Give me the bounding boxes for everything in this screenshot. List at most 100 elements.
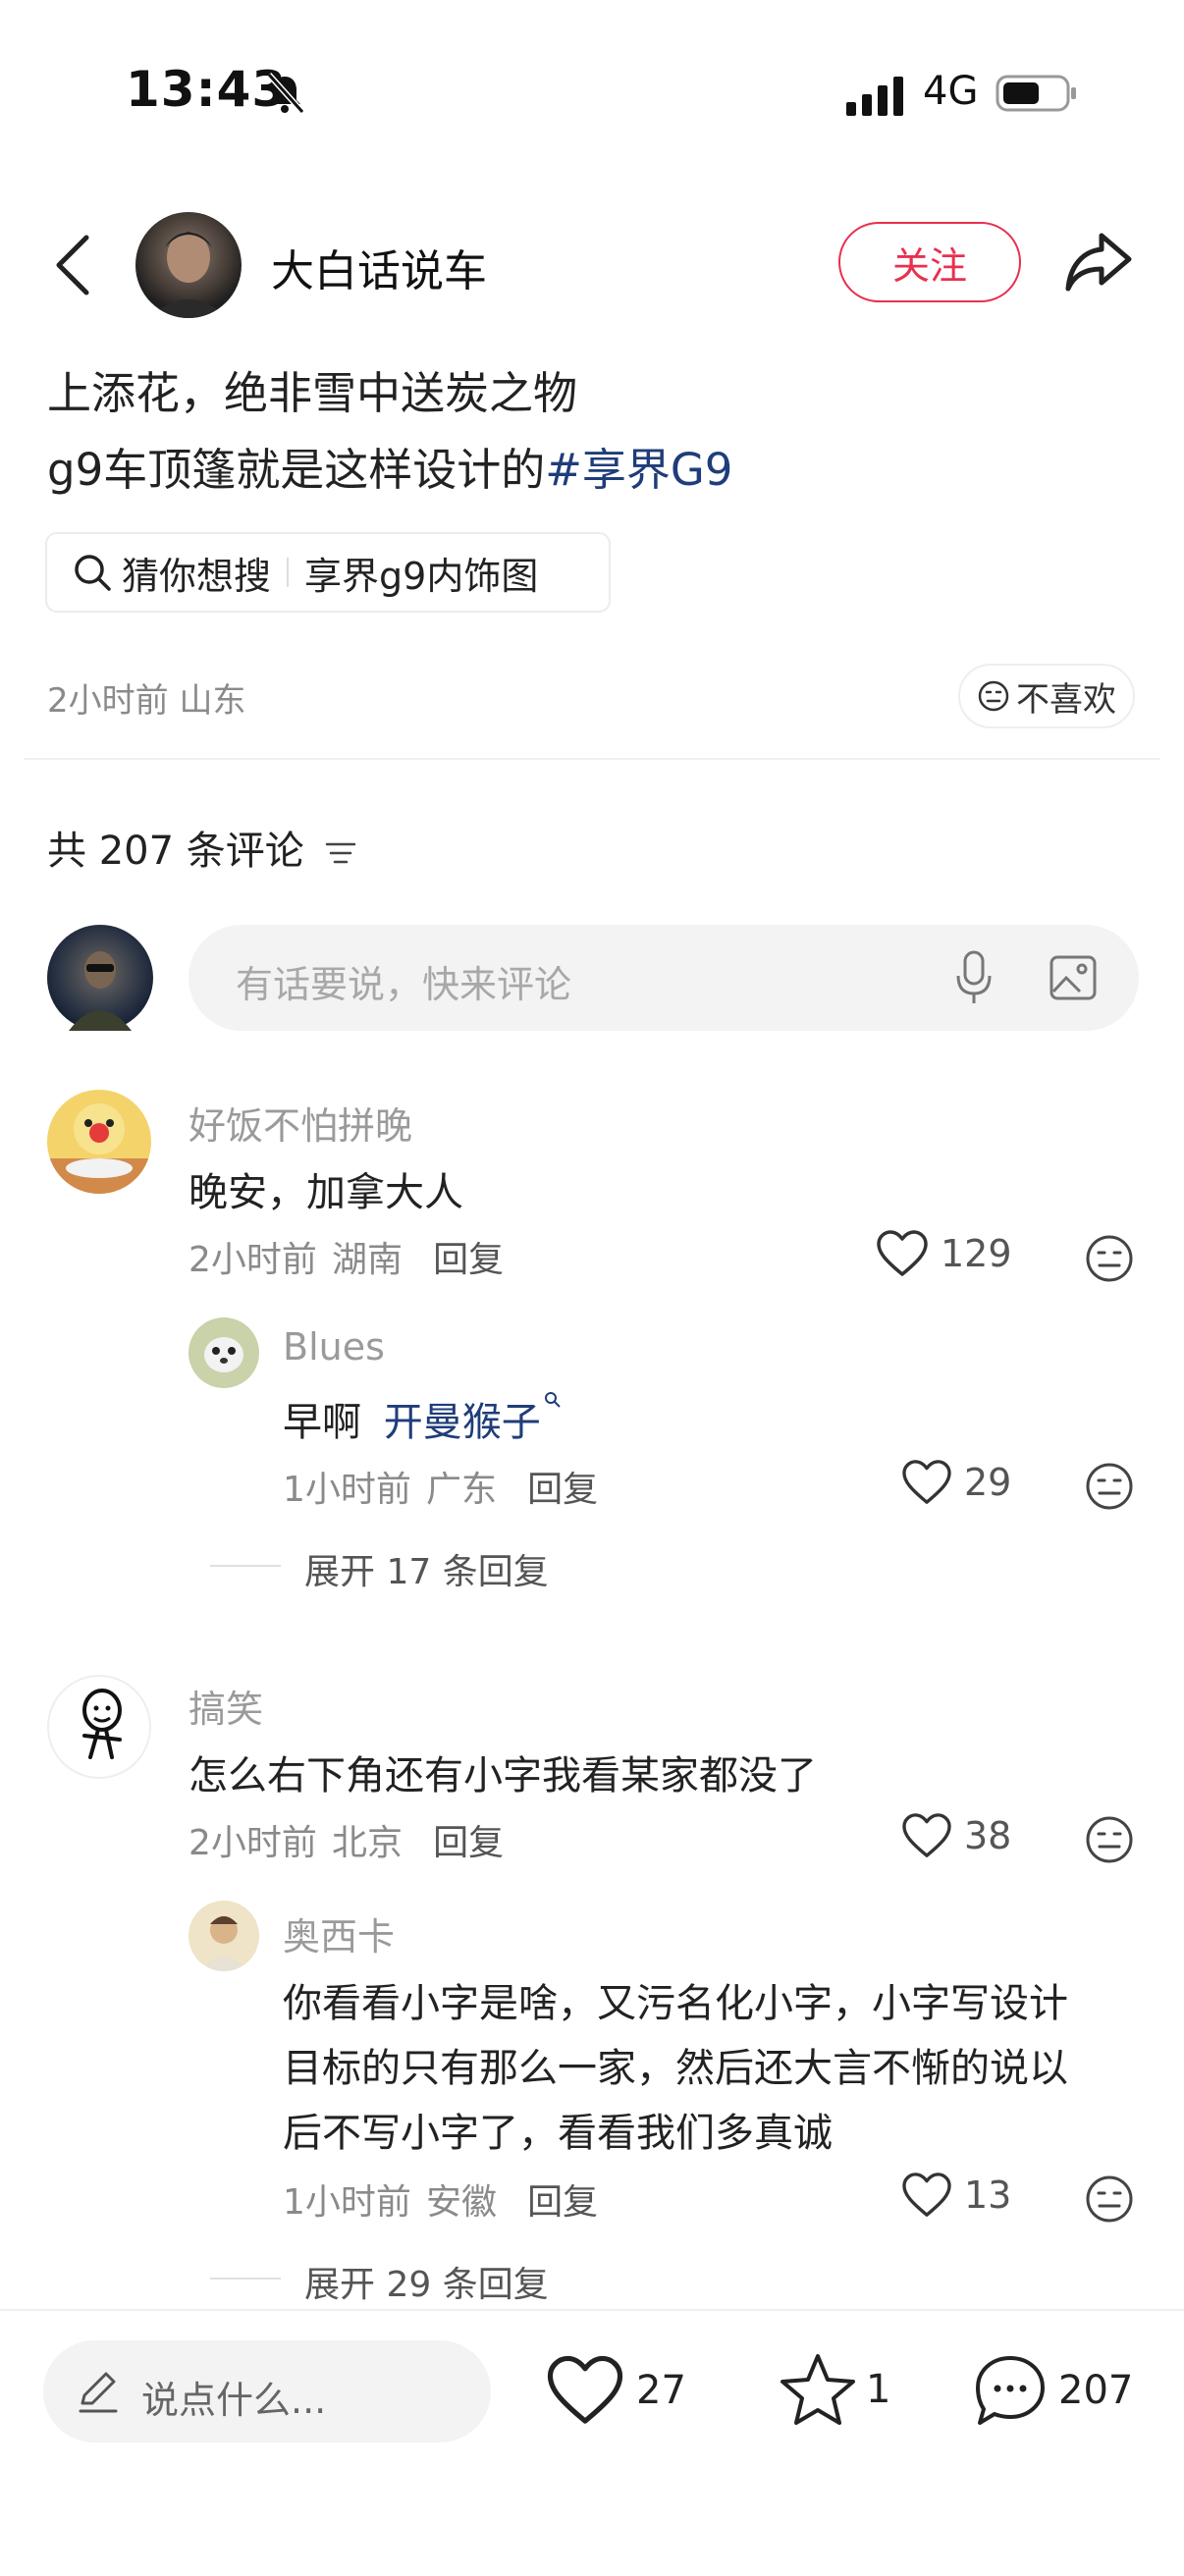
network-label: 4G bbox=[923, 69, 979, 114]
post-comment-button[interactable]: 207 bbox=[972, 2352, 1133, 2429]
follow-button[interactable]: 关注 bbox=[838, 222, 1021, 302]
author-avatar-image bbox=[149, 232, 228, 318]
expand-replies-button[interactable]: 展开 29 条回复 bbox=[304, 2256, 549, 2307]
microphone-icon[interactable] bbox=[954, 950, 994, 1005]
commenter-avatar[interactable] bbox=[47, 1090, 151, 1194]
reply-time: 1小时前 bbox=[283, 2182, 411, 2223]
post-hashtag[interactable]: #享界G9 bbox=[545, 444, 732, 496]
heart-icon bbox=[902, 2173, 951, 2217]
post-text-line-1: 上添花，绝非雪中送炭之物 bbox=[47, 367, 578, 419]
reply-text-line-3: 后不写小字了，看看我们多真诚 bbox=[283, 2111, 833, 2156]
silent-bell-icon bbox=[266, 72, 305, 115]
heart-icon bbox=[547, 2355, 623, 2424]
post-time-location: 2小时前 山东 bbox=[47, 681, 246, 721]
expand-replies-button[interactable]: 展开 17 条回复 bbox=[304, 1543, 549, 1594]
comment-location: 北京 bbox=[332, 1823, 404, 1863]
post-favorite-button[interactable]: 1 bbox=[780, 2352, 890, 2427]
status-bar: 13:43 4G bbox=[0, 0, 1184, 187]
like-count: 129 bbox=[941, 1232, 1012, 1275]
section-divider bbox=[24, 758, 1160, 760]
reply-text-body: 早啊 bbox=[283, 1400, 361, 1445]
heart-icon bbox=[902, 1813, 951, 1857]
search-suggestion-label: 猜你想搜 bbox=[122, 554, 272, 598]
reply-button[interactable]: 回复 bbox=[527, 2182, 598, 2223]
commenter-name[interactable]: 搞笑 bbox=[188, 1679, 263, 1733]
reply-avatar-image bbox=[198, 1916, 249, 1971]
battery-icon bbox=[996, 75, 1076, 112]
comment-meta: 2小时前 北京 回复 bbox=[188, 1814, 504, 1865]
comment-input-placeholder: 有话要说，快来评论 bbox=[236, 963, 572, 1006]
comment-bubble-icon bbox=[976, 2356, 1045, 2425]
search-suggestion-query: 享界g9内饰图 bbox=[304, 554, 539, 598]
dislike-button[interactable]: 不喜欢 bbox=[958, 664, 1135, 728]
comment-input[interactable]: 有话要说，快来评论 bbox=[188, 925, 1139, 1031]
reply-user-name[interactable]: Blues bbox=[283, 1325, 385, 1368]
my-avatar-image bbox=[69, 951, 132, 1031]
reply-meta: 1小时前 广东 回复 bbox=[283, 1461, 598, 1512]
reply-button[interactable]: 回复 bbox=[527, 1470, 598, 1510]
reply-like-button[interactable]: 13 bbox=[901, 2172, 1011, 2219]
post-like-button[interactable]: 27 bbox=[546, 2354, 686, 2427]
my-avatar bbox=[47, 925, 153, 1031]
post-comment-count: 207 bbox=[1058, 2368, 1134, 2413]
commenter-avatar-image bbox=[82, 1689, 122, 1759]
pencil-icon bbox=[79, 2372, 118, 2413]
comment-time: 2小时前 bbox=[188, 1823, 317, 1863]
dislike-icon[interactable] bbox=[1084, 1233, 1135, 1284]
reply-text-line-1: 你看看小字是啥，又污名化小字，小字写设计 bbox=[283, 1981, 1068, 2026]
reply-text-line-2: 目标的只有那么一家，然后还大言不惭的说以 bbox=[283, 2046, 1068, 2091]
comment-text: 怎么右下角还有小字我看某家都没了 bbox=[188, 1753, 817, 1798]
star-icon bbox=[780, 2354, 855, 2425]
post-text-line-2: g9车顶篷就是这样设计的#享界G9 bbox=[47, 434, 732, 498]
reply-avatar[interactable] bbox=[188, 1317, 259, 1388]
reply-text: 早啊 开曼猴子 bbox=[283, 1390, 563, 1447]
post-text: g9车顶篷就是这样设计的 bbox=[47, 444, 546, 496]
post-favorite-count: 1 bbox=[866, 2367, 891, 2412]
reply-like-button[interactable]: 29 bbox=[901, 1459, 1011, 1506]
expand-divider bbox=[210, 2278, 281, 2280]
reply-time: 1小时前 bbox=[283, 1470, 411, 1510]
reply-button[interactable]: 回复 bbox=[433, 1240, 504, 1280]
reply-avatar-image bbox=[204, 1337, 243, 1372]
commenter-avatar-image bbox=[47, 1103, 151, 1194]
image-icon[interactable] bbox=[1049, 954, 1098, 1001]
author-name[interactable]: 大白话说车 bbox=[271, 236, 487, 298]
comment-meta: 2小时前 湖南 回复 bbox=[188, 1231, 504, 1282]
share-icon[interactable] bbox=[1062, 228, 1135, 296]
like-button[interactable]: 129 bbox=[876, 1229, 1012, 1278]
comment-time: 2小时前 bbox=[188, 1240, 317, 1280]
comment-location: 湖南 bbox=[332, 1240, 404, 1280]
commenter-name[interactable]: 好饭不怕拼晚 bbox=[188, 1096, 412, 1150]
meh-face-icon bbox=[978, 680, 1009, 712]
sort-icon[interactable] bbox=[323, 838, 358, 868]
reply-like-count: 29 bbox=[964, 1461, 1012, 1504]
comments-count: 共 207 条评论 bbox=[47, 819, 358, 876]
say-something-input[interactable]: 说点什么... bbox=[43, 2340, 491, 2442]
post-like-count: 27 bbox=[636, 2368, 686, 2413]
reply-button[interactable]: 回复 bbox=[433, 1823, 504, 1863]
search-suggestion-chip[interactable]: 猜你想搜 享界g9内饰图 bbox=[45, 532, 611, 613]
back-icon[interactable] bbox=[51, 234, 94, 296]
reply-user-name[interactable]: 奥西卡 bbox=[283, 1906, 395, 1960]
reply-meta: 1小时前 安徽 回复 bbox=[283, 2174, 598, 2225]
reply-avatar[interactable] bbox=[188, 1901, 259, 1971]
comment-text: 晚安，加拿大人 bbox=[188, 1170, 463, 1215]
commenter-avatar[interactable] bbox=[47, 1675, 151, 1779]
reply-mention[interactable]: 开曼猴子 bbox=[384, 1400, 541, 1445]
dislike-icon[interactable] bbox=[1084, 2174, 1135, 2225]
expand-divider bbox=[210, 1565, 281, 1567]
search-divider bbox=[287, 558, 290, 587]
dislike-icon[interactable] bbox=[1084, 1461, 1135, 1512]
dislike-label: 不喜欢 bbox=[1016, 679, 1116, 720]
author-avatar[interactable] bbox=[135, 212, 242, 318]
signal-icon bbox=[846, 77, 903, 116]
heart-icon bbox=[877, 1230, 928, 1276]
like-button[interactable]: 38 bbox=[901, 1812, 1011, 1859]
mention-search-icon bbox=[544, 1392, 561, 1408]
like-count: 38 bbox=[964, 1814, 1012, 1857]
dislike-icon[interactable] bbox=[1084, 1814, 1135, 1865]
reply-like-count: 13 bbox=[964, 2174, 1012, 2217]
reply-location: 安徽 bbox=[426, 2182, 498, 2223]
heart-icon bbox=[902, 1460, 951, 1504]
search-icon bbox=[75, 555, 111, 591]
